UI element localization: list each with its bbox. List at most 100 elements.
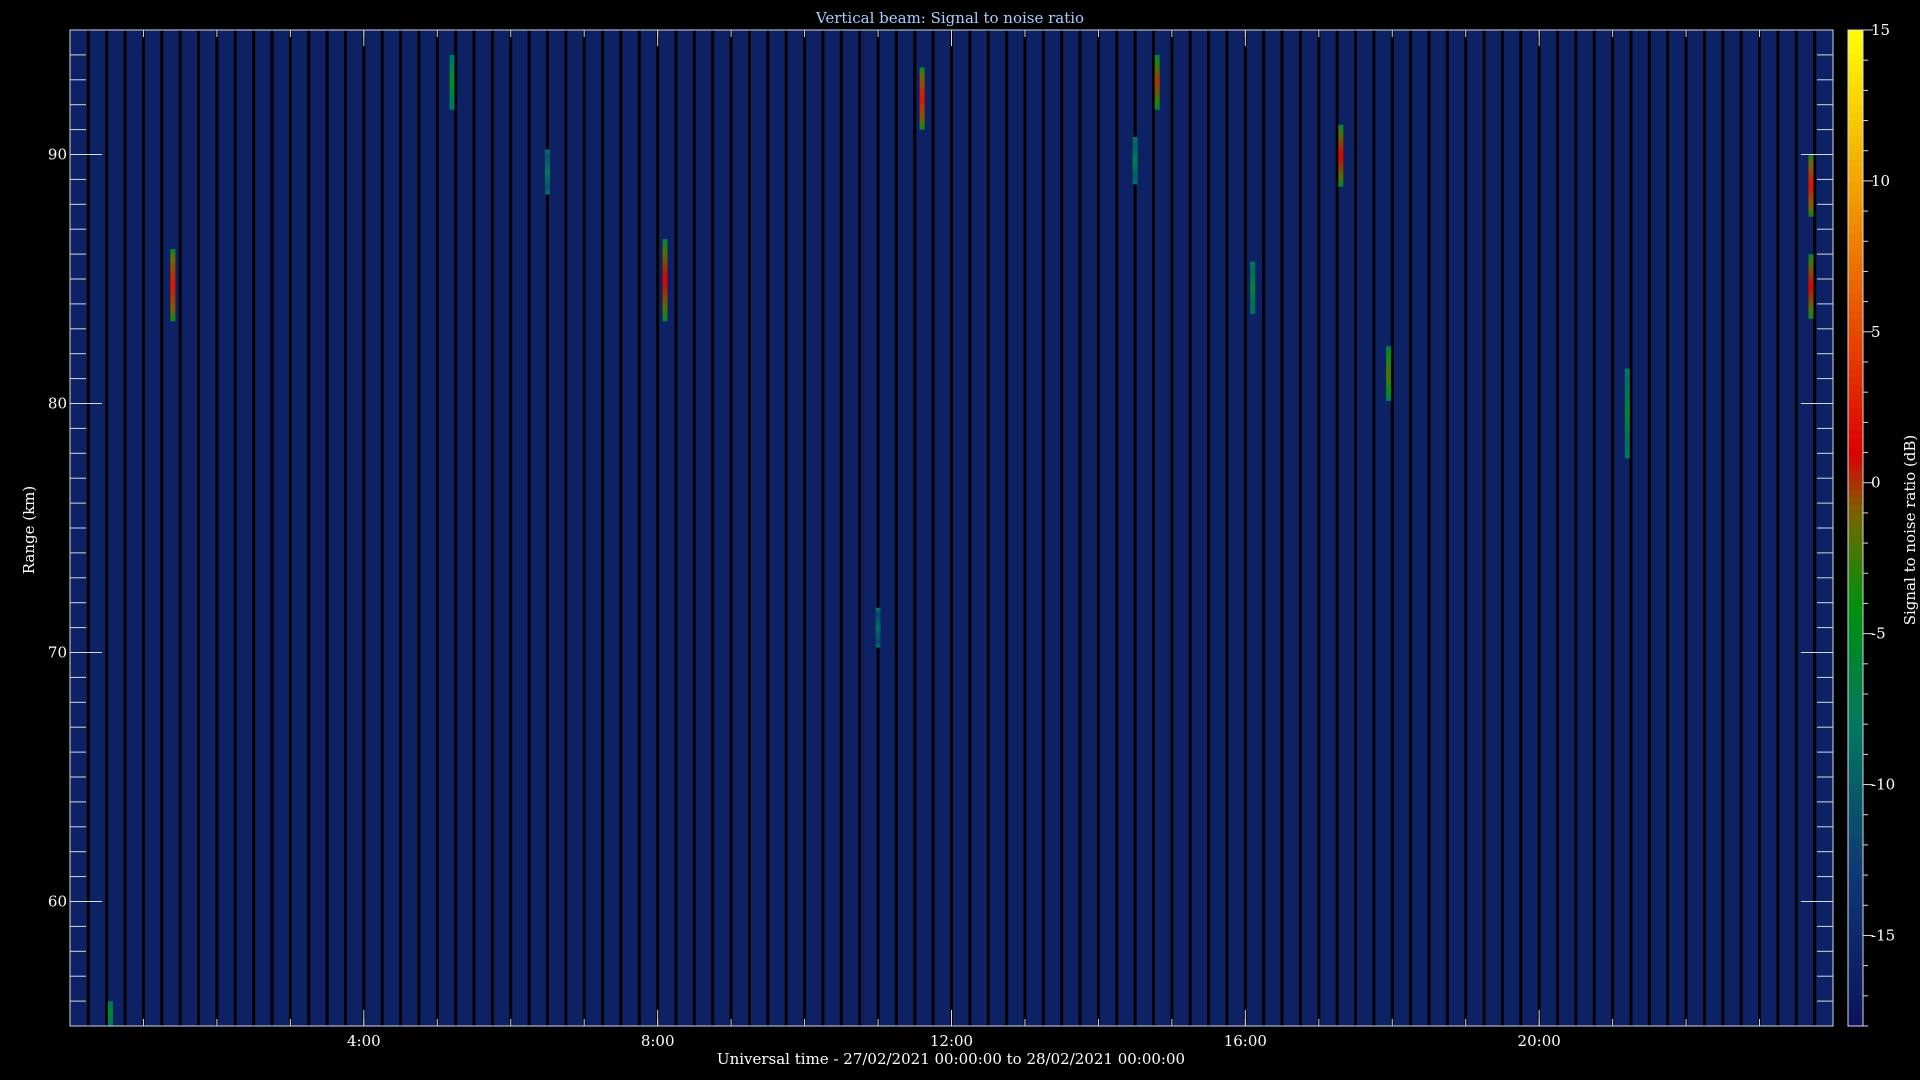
colorbar-swatch	[1848, 528, 1863, 537]
data-gap-line	[1372, 30, 1376, 1026]
chart-title: Vertical beam: Signal to noise ratio	[815, 9, 1084, 27]
colorbar-swatch	[1848, 875, 1863, 884]
colorbar-swatch	[1848, 633, 1863, 642]
echo-mark	[1132, 137, 1138, 185]
colorbar-swatch	[1848, 263, 1863, 273]
data-gap-line	[1023, 30, 1027, 1026]
colorbar-swatch	[1848, 150, 1863, 159]
data-gap-line	[270, 30, 274, 1026]
data-gap-line	[1445, 30, 1449, 1026]
data-gap-line	[380, 30, 384, 1026]
colorbar-swatch	[1848, 346, 1863, 356]
colorbar-swatch	[1848, 611, 1863, 620]
colorbar-swatch	[1848, 882, 1863, 891]
colorbar-swatch	[1848, 67, 1863, 76]
data-gap-line	[1262, 30, 1266, 1026]
data-gap-line	[637, 30, 641, 1026]
colorbar-swatch	[1848, 927, 1863, 937]
colorbar-swatch	[1848, 211, 1863, 220]
data-gap-line	[1298, 30, 1302, 1026]
colorbar-swatch	[1848, 158, 1863, 167]
data-gap-line	[729, 30, 733, 1026]
data-gap-line	[1647, 30, 1651, 1026]
colorbar-swatch	[1848, 958, 1863, 967]
data-gap-line	[1225, 30, 1229, 1026]
colorbar-swatch	[1848, 203, 1863, 212]
colorbar-swatch	[1848, 558, 1863, 567]
colorbar-swatch	[1848, 965, 1863, 974]
snr-chart: Vertical beam: Signal to noise ratio 4:0…	[0, 0, 1920, 1080]
colorbar-swatch	[1848, 807, 1863, 816]
colorbar-swatch	[1848, 422, 1863, 431]
x-axis-label: Universal time - 27/02/2021 00:00:00 to …	[717, 1050, 1185, 1068]
data-gap-line	[197, 30, 201, 1026]
data-gap-line	[1152, 30, 1156, 1026]
data-gap-line	[674, 30, 678, 1026]
data-gap-line	[343, 30, 347, 1026]
colorbar-swatch	[1848, 943, 1863, 952]
y-tick-label: 70	[48, 644, 67, 662]
colorbar-swatch	[1848, 618, 1863, 627]
echo-mark	[1624, 368, 1630, 459]
data-gap-line	[968, 30, 972, 1026]
colorbar-swatch	[1848, 920, 1863, 929]
data-gap-line	[509, 30, 513, 1026]
colorbar-swatch	[1848, 135, 1863, 144]
colorbar-swatch	[1848, 339, 1863, 348]
colorbar-swatch	[1848, 226, 1863, 235]
colorbar-tick-label: 10	[1871, 172, 1890, 190]
colorbar-swatch	[1848, 935, 1863, 944]
colorbar-swatch	[1848, 316, 1863, 325]
data-gap-line	[1794, 30, 1798, 1026]
colorbar-swatch	[1848, 701, 1863, 710]
data-gap-line	[1354, 30, 1358, 1026]
data-gap-line	[784, 30, 788, 1026]
y-axis-label: Range (km)	[20, 486, 38, 575]
colorbar-swatch	[1848, 414, 1863, 423]
colorbar-swatch	[1848, 196, 1863, 205]
colorbar-swatch	[1848, 852, 1863, 861]
colorbar-swatch	[1848, 1018, 1863, 1027]
data-gap-line	[1005, 30, 1009, 1026]
colorbar-swatch	[1848, 467, 1863, 476]
colorbar-swatch	[1848, 497, 1863, 506]
data-gap-line	[1390, 30, 1394, 1026]
data-gap-line	[123, 30, 127, 1026]
data-gap-line	[490, 30, 494, 1026]
echo-mark	[1154, 54, 1160, 110]
colorbar-swatch	[1848, 837, 1863, 846]
data-gap-line	[1519, 30, 1523, 1026]
colorbar-swatch	[1848, 384, 1863, 393]
colorbar-swatch	[1848, 1003, 1863, 1012]
data-gap-line	[1078, 30, 1082, 1026]
colorbar-swatch	[1848, 460, 1863, 469]
data-gap-line	[1629, 30, 1633, 1026]
data-gap-line	[1813, 30, 1817, 1026]
colorbar-swatch	[1848, 565, 1863, 574]
colorbar-swatch	[1848, 739, 1863, 748]
colorbar-swatch	[1848, 671, 1863, 680]
colorbar-swatch	[1848, 60, 1863, 69]
colorbar-swatch	[1848, 128, 1863, 137]
colorbar-swatch	[1848, 377, 1863, 386]
data-gap-line	[1427, 30, 1431, 1026]
colorbar-swatch	[1848, 173, 1863, 182]
colorbar-swatch	[1848, 550, 1863, 559]
colorbar-tick-label: 5	[1871, 323, 1881, 341]
colorbar-swatch	[1848, 746, 1863, 755]
data-gap-line	[821, 30, 825, 1026]
colorbar-swatch	[1848, 626, 1863, 635]
data-gap-line	[1776, 30, 1780, 1026]
data-gap-line	[454, 30, 458, 1026]
data-gap-line	[1170, 30, 1174, 1026]
x-tick-label: 8:00	[641, 1032, 675, 1050]
echo-mark	[1338, 124, 1344, 187]
colorbar-swatch	[1848, 867, 1863, 876]
data-gap-line	[986, 30, 990, 1026]
colorbar-swatch	[1848, 573, 1863, 582]
colorbar-swatch	[1848, 407, 1863, 416]
data-gap-line	[86, 30, 90, 1026]
data-gap-line	[564, 30, 568, 1026]
colorbar-swatch	[1848, 512, 1863, 522]
echo-mark	[1386, 346, 1392, 402]
